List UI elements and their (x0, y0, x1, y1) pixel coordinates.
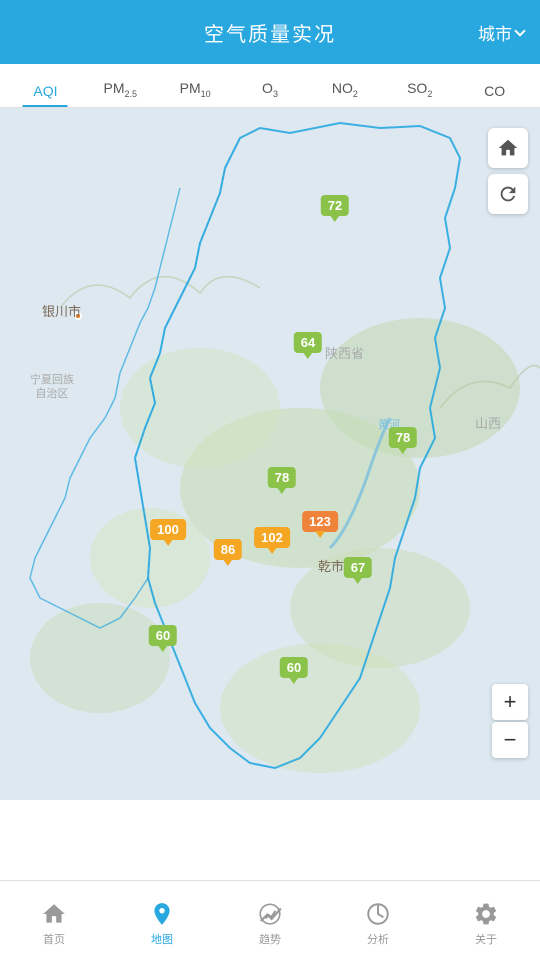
aqi-value-123: 123 (302, 511, 338, 532)
nav-trend-label: 趋势 (259, 931, 281, 947)
home-nav-icon (41, 901, 67, 927)
refresh-icon (497, 183, 519, 205)
aqi-value-64: 64 (294, 332, 322, 353)
pin-78b: 78 (389, 427, 417, 448)
aqi-value-78b: 78 (389, 427, 417, 448)
nav-about[interactable]: 关于 (432, 895, 540, 947)
pin-60b: 60 (280, 657, 308, 678)
pin-60a: 60 (149, 625, 177, 646)
tab-so2[interactable]: SO2 (382, 80, 457, 107)
pin-78a: 78 (268, 467, 296, 488)
bottom-nav: 首页 地图 趋势 分析 关于 (0, 880, 540, 960)
tab-co[interactable]: CO (457, 83, 532, 107)
map-svg (0, 108, 540, 800)
header: 空气质量实况 城市 (0, 0, 540, 64)
city-label: 城市 (478, 20, 512, 45)
pin-64: 64 (294, 332, 322, 353)
pin-67: 67 (344, 557, 372, 578)
nav-map[interactable]: 地图 (108, 895, 216, 947)
aqi-value-67: 67 (344, 557, 372, 578)
map-zoom-controls: + − (492, 684, 528, 760)
zoom-in-button[interactable]: + (492, 684, 528, 720)
header-title: 空气质量实况 (204, 18, 336, 47)
settings-nav-icon (473, 901, 499, 927)
aqi-value-60a: 60 (149, 625, 177, 646)
analysis-nav-icon (365, 901, 391, 927)
home-icon (497, 137, 519, 159)
aqi-value-100: 100 (150, 519, 186, 540)
aqi-value-60b: 60 (280, 657, 308, 678)
tab-aqi[interactable]: AQI (8, 83, 83, 107)
nav-about-label: 关于 (475, 931, 497, 947)
pin-123: 123 (302, 511, 338, 532)
aqi-value-86: 86 (214, 539, 242, 560)
map-nav-icon (149, 901, 175, 927)
pin-72: 72 (321, 195, 349, 216)
map-controls (488, 128, 528, 214)
refresh-button[interactable] (488, 174, 528, 214)
aqi-value-78a: 78 (268, 467, 296, 488)
nav-analysis[interactable]: 分析 (324, 895, 432, 947)
nav-trend[interactable]: 趋势 (216, 895, 324, 947)
tab-no2[interactable]: NO2 (307, 80, 382, 107)
pin-100: 100 (150, 519, 186, 540)
pin-102: 102 (254, 527, 290, 548)
aqi-value-72: 72 (321, 195, 349, 216)
pin-86: 86 (214, 539, 242, 560)
aqi-value-102: 102 (254, 527, 290, 548)
nav-analysis-label: 分析 (367, 931, 389, 947)
tab-bar: AQI PM2.5 PM10 O3 NO2 SO2 CO (0, 64, 540, 108)
tab-o3[interactable]: O3 (233, 80, 308, 107)
zoom-out-button[interactable]: − (492, 722, 528, 758)
chevron-down-icon (514, 25, 525, 36)
trend-nav-icon (257, 901, 283, 927)
nav-home[interactable]: 首页 (0, 895, 108, 947)
tab-pm25[interactable]: PM2.5 (83, 80, 158, 107)
map-area[interactable]: 银川市 陕西省 宁夏回族自治区 山西 黄河 乾市 72 64 78 78 100… (0, 108, 540, 800)
nav-map-label: 地图 (151, 931, 173, 947)
city-dot-yinchuan (74, 312, 82, 320)
tab-pm10[interactable]: PM10 (158, 80, 233, 107)
city-selector[interactable]: 城市 (478, 20, 524, 45)
nav-home-label: 首页 (43, 931, 65, 947)
home-map-button[interactable] (488, 128, 528, 168)
